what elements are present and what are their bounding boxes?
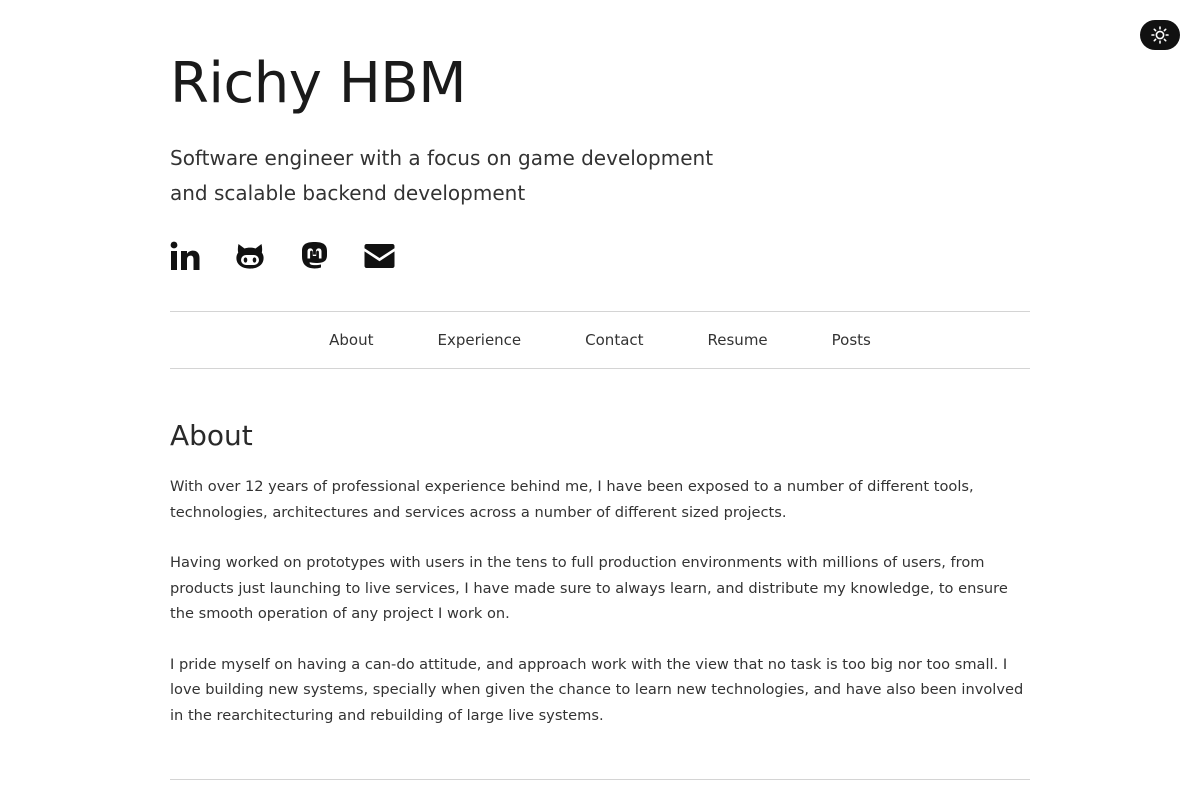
- nav-posts[interactable]: Posts: [832, 331, 871, 349]
- email-link[interactable]: [364, 243, 395, 269]
- nav-contact[interactable]: Contact: [585, 331, 643, 349]
- social-links: [170, 238, 430, 274]
- tagline-line-2: and scalable backend development: [170, 181, 526, 205]
- tagline-line-1: Software engineer with a focus on game d…: [170, 146, 714, 170]
- linkedin-icon: [170, 241, 200, 270]
- main-nav: About Experience Contact Resume Posts: [170, 311, 1030, 369]
- section-divider: [170, 779, 1030, 780]
- about-content: With over 12 years of professional exper…: [170, 474, 1030, 753]
- site-title: Richy HBM: [170, 51, 467, 116]
- theme-toggle-button[interactable]: [1140, 20, 1180, 50]
- email-icon: [364, 244, 395, 268]
- github-link[interactable]: [235, 241, 265, 271]
- mastodon-icon: [302, 242, 327, 269]
- about-heading: About: [170, 419, 253, 452]
- mastodon-link[interactable]: [300, 241, 329, 271]
- github-icon: [236, 244, 264, 269]
- nav-experience[interactable]: Experience: [438, 331, 522, 349]
- nav-resume[interactable]: Resume: [708, 331, 768, 349]
- about-paragraph: With over 12 years of professional exper…: [170, 478, 974, 521]
- nav-about[interactable]: About: [329, 331, 373, 349]
- sun-icon: [1151, 26, 1169, 44]
- about-paragraph: Having worked on prototypes with users i…: [170, 554, 1008, 622]
- linkedin-link[interactable]: [170, 241, 200, 271]
- tagline: Software engineer with a focus on game d…: [170, 141, 790, 211]
- about-paragraph: I pride myself on having a can-do attitu…: [170, 655, 1024, 724]
